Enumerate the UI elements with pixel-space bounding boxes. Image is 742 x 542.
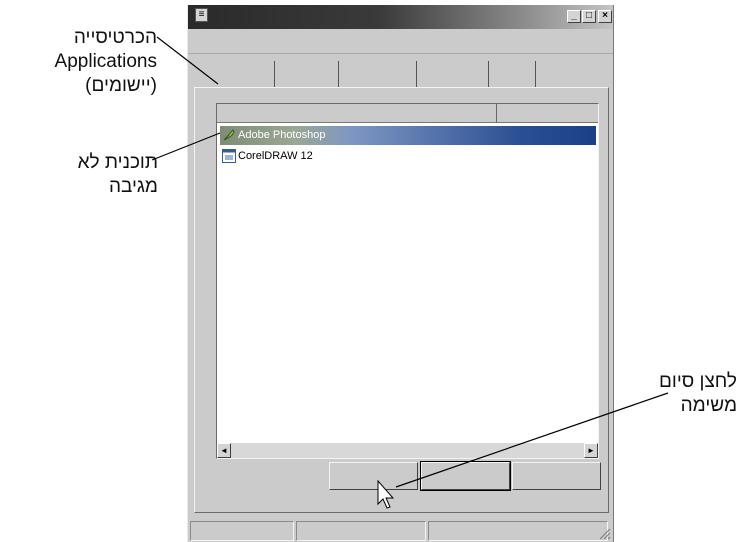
leader-line-end-task: [395, 392, 669, 488]
callout-leader-lines: [151, 36, 669, 509]
leader-line-tab: [156, 36, 219, 85]
mouse-cursor-icon: [377, 479, 395, 509]
leader-line-not-responding: [151, 132, 221, 161]
